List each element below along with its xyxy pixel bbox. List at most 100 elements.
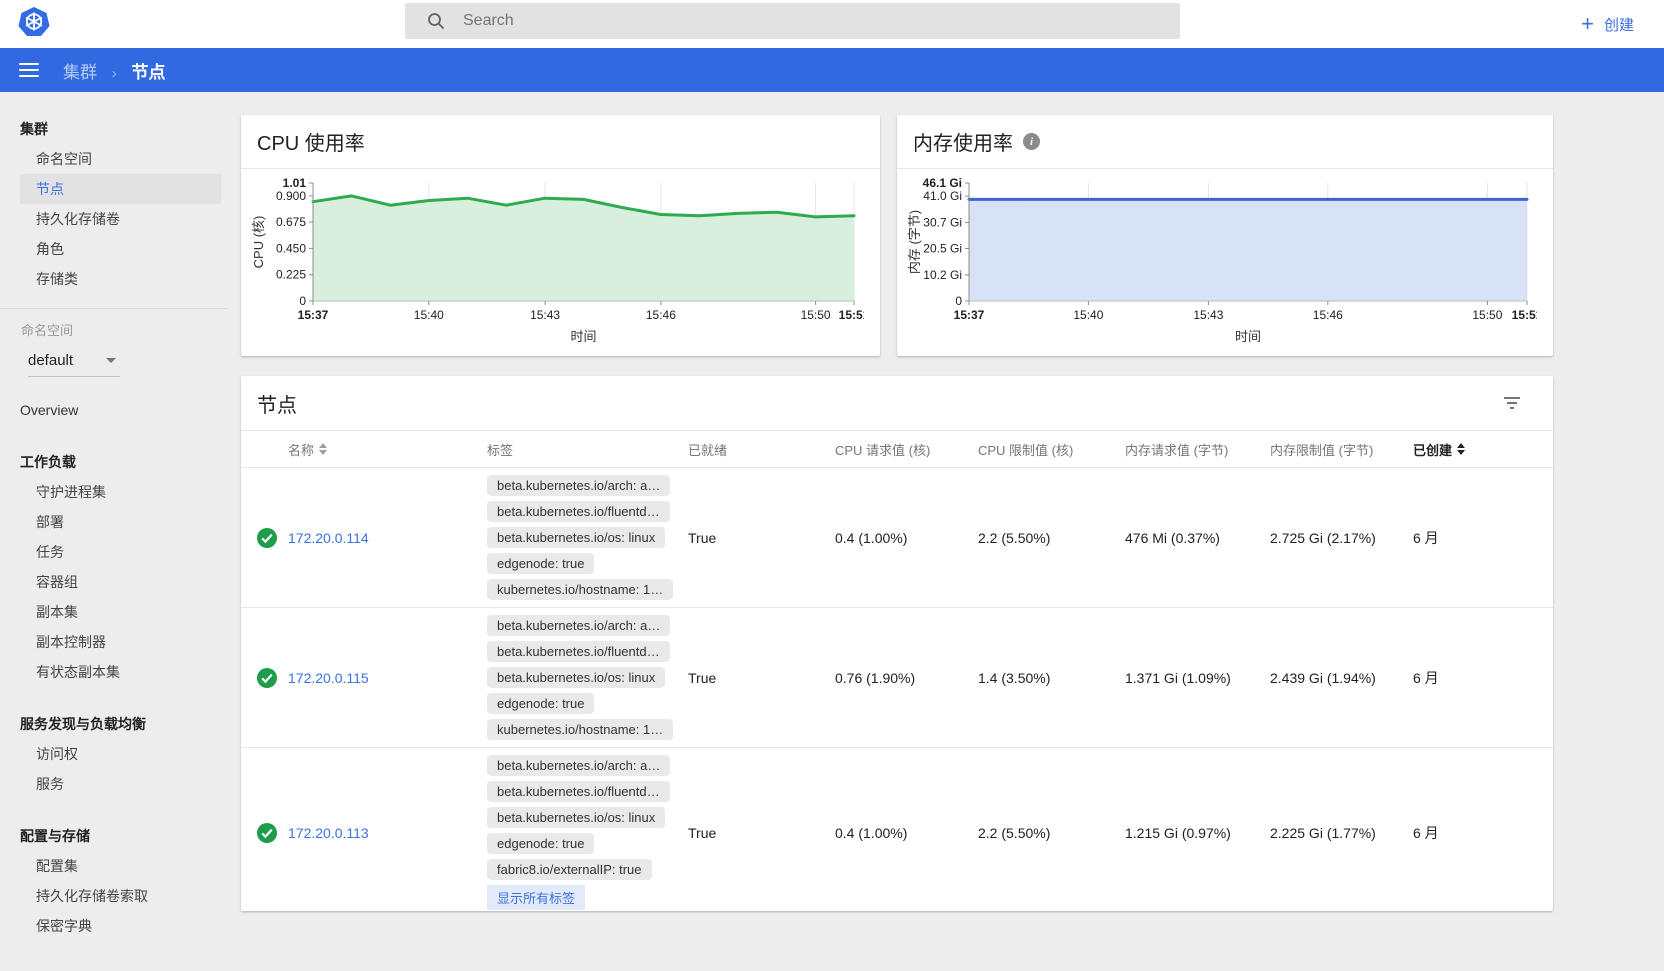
label-chip: beta.kubernetes.io/fluentd…	[487, 641, 670, 662]
label-chip: kubernetes.io/hostname: 1…	[487, 579, 673, 600]
svg-text:0: 0	[955, 294, 962, 308]
label-chip: edgenode: true	[487, 693, 594, 714]
sidebar-item-5[interactable]: 存储类	[20, 264, 221, 294]
label-chip: kubernetes.io/hostname: 1…	[487, 719, 673, 740]
sidebar-item-15[interactable]: 副本集	[20, 597, 221, 627]
create-button[interactable]: + 创建	[1581, 0, 1634, 48]
svg-text:15:46: 15:46	[646, 308, 676, 322]
sidebar-item-3[interactable]: 持久化存储卷	[20, 204, 221, 234]
node-name-link[interactable]: 172.20.0.113	[288, 825, 487, 841]
label-chip: beta.kubernetes.io/fluentd…	[487, 781, 670, 802]
label-chip: beta.kubernetes.io/arch: a…	[487, 755, 670, 776]
sort-icon	[1457, 443, 1465, 455]
svg-text:15:43: 15:43	[1193, 308, 1223, 322]
status-ok-icon	[257, 823, 277, 843]
show-all-labels-link[interactable]: 显示所有标签	[487, 885, 585, 910]
column-header-label: 名称	[288, 440, 314, 459]
sidebar-item-24[interactable]: 保密字典	[20, 911, 221, 941]
sidebar-item-11[interactable]: 守护进程集	[20, 477, 221, 507]
sidebar-item-14[interactable]: 容器组	[20, 567, 221, 597]
memory-limits: 2.439 Gi (1.94%)	[1270, 670, 1413, 686]
cpu-requests: 0.76 (1.90%)	[835, 670, 978, 686]
label-chip: beta.kubernetes.io/arch: a…	[487, 615, 670, 636]
node-age: 6 月	[1413, 823, 1553, 843]
sidebar: 集群命名空间节点持久化存储卷角色存储类命名空间defaultOverview工作…	[0, 92, 228, 971]
svg-text:0.450: 0.450	[276, 241, 306, 255]
column-header-0[interactable]: 名称	[288, 440, 487, 459]
label-chip: beta.kubernetes.io/fluentd…	[487, 501, 670, 522]
label-chip: beta.kubernetes.io/os: linux	[487, 667, 665, 688]
chevron-right-icon: ›	[112, 65, 117, 82]
info-icon[interactable]: i	[1023, 133, 1040, 150]
namespace-dropdown[interactable]: default	[28, 345, 120, 377]
cpu-limits: 2.2 (5.50%)	[978, 825, 1125, 841]
node-age: 6 月	[1413, 668, 1553, 688]
filter-icon[interactable]	[1503, 396, 1521, 410]
svg-text:15:51: 15:51	[839, 308, 864, 322]
search-bar	[405, 3, 1180, 39]
column-header-1[interactable]: 标签	[487, 440, 688, 459]
svg-text:15:43: 15:43	[530, 308, 560, 322]
sidebar-item-9[interactable]: Overview	[0, 395, 228, 425]
breadcrumb-parent[interactable]: 集群	[63, 63, 97, 82]
svg-text:CPU (核): CPU (核)	[251, 216, 266, 269]
memory-limits: 2.225 Gi (1.77%)	[1270, 825, 1413, 841]
memory-requests: 1.371 Gi (1.09%)	[1125, 670, 1270, 686]
status-ok-icon	[257, 668, 277, 688]
table-row: 172.20.0.113 beta.kubernetes.io/arch: a… b…	[241, 748, 1553, 911]
menu-icon[interactable]	[19, 63, 39, 77]
sidebar-item-17[interactable]: 有状态副本集	[20, 657, 221, 687]
search-icon	[427, 12, 445, 30]
cpu-chart-plot: 00.2250.4500.6750.9001.0115:3715:4015:43…	[249, 171, 864, 353]
nodes-card-title: 节点	[257, 389, 297, 418]
cpu-limits: 2.2 (5.50%)	[978, 530, 1125, 546]
sidebar-section-header: 配置与存储	[0, 821, 228, 851]
sidebar-item-22[interactable]: 配置集	[20, 851, 221, 881]
search-input[interactable]	[463, 12, 1180, 30]
status-ok-icon	[257, 528, 277, 548]
node-age: 6 月	[1413, 528, 1553, 548]
sidebar-section-header: 服务发现与负载均衡	[0, 709, 228, 739]
node-labels: beta.kubernetes.io/arch: a…beta.kubernet…	[487, 468, 688, 607]
svg-text:15:40: 15:40	[414, 308, 444, 322]
svg-text:0.675: 0.675	[276, 215, 306, 229]
sidebar-item-19[interactable]: 访问权	[20, 739, 221, 769]
node-ready: True	[688, 825, 835, 841]
sidebar-section-header: 集群	[0, 114, 228, 144]
namespace-dropdown-value: default	[28, 352, 73, 369]
sidebar-item-20[interactable]: 服务	[20, 769, 221, 799]
sidebar-item-23[interactable]: 持久化存储卷索取	[20, 881, 221, 911]
node-name-link[interactable]: 172.20.0.115	[288, 670, 487, 686]
cpu-limits: 1.4 (3.50%)	[978, 670, 1125, 686]
memory-requests: 1.215 Gi (0.97%)	[1125, 825, 1270, 841]
svg-text:46.1 Gi: 46.1 Gi	[923, 176, 962, 190]
chevron-down-icon	[106, 358, 116, 363]
sidebar-item-2[interactable]: 节点	[20, 174, 221, 204]
sidebar-item-12[interactable]: 部署	[20, 507, 221, 537]
label-chip: edgenode: true	[487, 553, 594, 574]
namespace-selector-label: 命名空间	[0, 317, 228, 341]
column-header-7[interactable]: 已创建	[1413, 440, 1553, 459]
svg-text:15:37: 15:37	[298, 308, 329, 322]
sidebar-item-16[interactable]: 副本控制器	[20, 627, 221, 657]
memory-card-header: 内存使用率 i	[897, 115, 1553, 169]
column-header-5[interactable]: 内存请求值 (字节)	[1125, 440, 1270, 459]
memory-requests: 476 Mi (0.37%)	[1125, 530, 1270, 546]
memory-chart: 010.2 Gi20.5 Gi30.7 Gi41.0 Gi46.1 Gi15:3…	[897, 169, 1553, 358]
column-header-label: 已就绪	[688, 440, 727, 459]
cpu-card-title: CPU 使用率	[257, 127, 365, 156]
column-header-label: CPU 限制值 (核)	[978, 440, 1073, 459]
column-header-6[interactable]: 内存限制值 (字节)	[1270, 440, 1413, 459]
column-header-4[interactable]: CPU 限制值 (核)	[978, 440, 1125, 459]
breadcrumb-current: 节点	[131, 63, 165, 82]
sidebar-item-13[interactable]: 任务	[20, 537, 221, 567]
top-bar: + 创建	[0, 0, 1664, 48]
label-chip: beta.kubernetes.io/os: linux	[487, 527, 665, 548]
sidebar-item-1[interactable]: 命名空间	[20, 144, 221, 174]
svg-text:0.900: 0.900	[276, 189, 306, 203]
sidebar-item-4[interactable]: 角色	[20, 234, 221, 264]
column-header-2[interactable]: 已就绪	[688, 440, 835, 459]
cpu-usage-card: CPU 使用率 00.2250.4500.6750.9001.0115:3715…	[241, 115, 880, 356]
column-header-3[interactable]: CPU 请求值 (核)	[835, 440, 978, 459]
node-name-link[interactable]: 172.20.0.114	[288, 530, 487, 546]
